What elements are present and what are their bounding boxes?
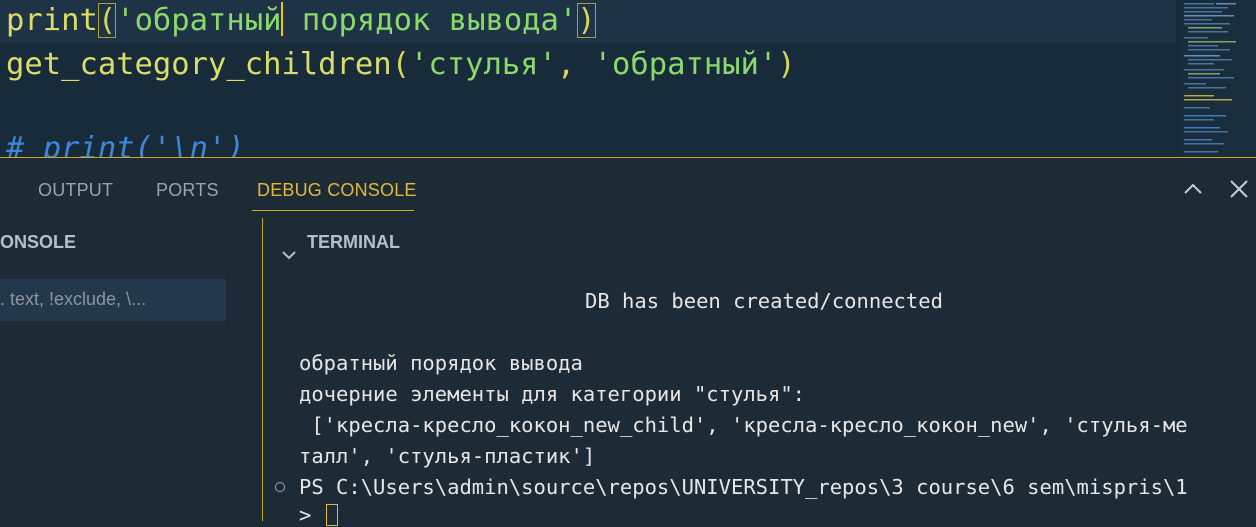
close-panel-button[interactable] xyxy=(1226,176,1252,202)
command-status-icon[interactable] xyxy=(275,482,285,492)
chevron-up-icon xyxy=(1184,183,1202,194)
terminal-title: TERMINAL xyxy=(307,232,400,252)
terminal-prompt: PS C:\Users\admin\source\repos\UNIVERSIT… xyxy=(299,475,1188,499)
code-line-2[interactable]: get_category_children('стулья', 'обратны… xyxy=(6,44,796,86)
tab-output[interactable]: OUTPUT xyxy=(38,180,113,201)
panel-tab-bar: OUTPUT PORTS DEBUG CONSOLE xyxy=(0,158,1256,218)
active-tab-indicator xyxy=(252,210,414,211)
token-function: get_category_children xyxy=(6,47,392,82)
tab-ports[interactable]: PORTS xyxy=(156,180,219,201)
token-function: print xyxy=(6,3,98,38)
filter-input[interactable]: . text, !exclude, \... xyxy=(0,279,226,321)
filter-placeholder: . text, !exclude, \... xyxy=(0,289,147,309)
terminal-prompt-continuation: > xyxy=(299,503,312,527)
code-line-4[interactable]: # print('\n') xyxy=(6,128,245,158)
debug-console-pane: ONSOLE . text, !exclude, \... xyxy=(0,218,262,521)
terminal-output-line: талл', 'стулья-пластик'] xyxy=(299,444,596,468)
token-open-paren: ( xyxy=(391,47,410,82)
token-string: 'обратный' xyxy=(593,47,778,82)
maximize-panel-button[interactable] xyxy=(1180,176,1206,202)
tab-debug-console[interactable]: DEBUG CONSOLE xyxy=(257,180,417,201)
chevron-down-icon xyxy=(282,251,296,260)
close-icon xyxy=(1230,180,1248,198)
terminal-output-line: DB has been created/connected xyxy=(585,289,943,313)
minimap[interactable] xyxy=(1180,0,1256,158)
token-separator: , xyxy=(556,47,594,82)
terminal-pane[interactable]: TERMINAL DB has been created/connected о… xyxy=(263,218,1256,527)
token-string: 'обратный xyxy=(116,3,282,38)
code-editor[interactable]: print('обратный порядок вывода') get_cat… xyxy=(0,0,1256,158)
token-string: порядок вывода' xyxy=(283,3,578,38)
token-close-paren: ) xyxy=(777,47,796,82)
terminal-output-line: обратный порядок вывода xyxy=(299,351,583,375)
terminal-output-line: ['кресла-кресло_кокон_new_child', 'кресл… xyxy=(299,413,1188,437)
token-comment: # print('\n') xyxy=(6,131,245,158)
token-close-paren: ) xyxy=(577,3,596,38)
debug-console-header[interactable]: ONSOLE xyxy=(0,232,76,253)
terminal-output-line: дочерние элементы для категории "стулья"… xyxy=(299,382,806,406)
token-string: 'стулья' xyxy=(410,47,557,82)
code-line-1[interactable]: print('обратный порядок вывода') xyxy=(6,0,596,42)
token-open-paren: ( xyxy=(97,3,117,38)
terminal-cursor xyxy=(326,504,338,526)
